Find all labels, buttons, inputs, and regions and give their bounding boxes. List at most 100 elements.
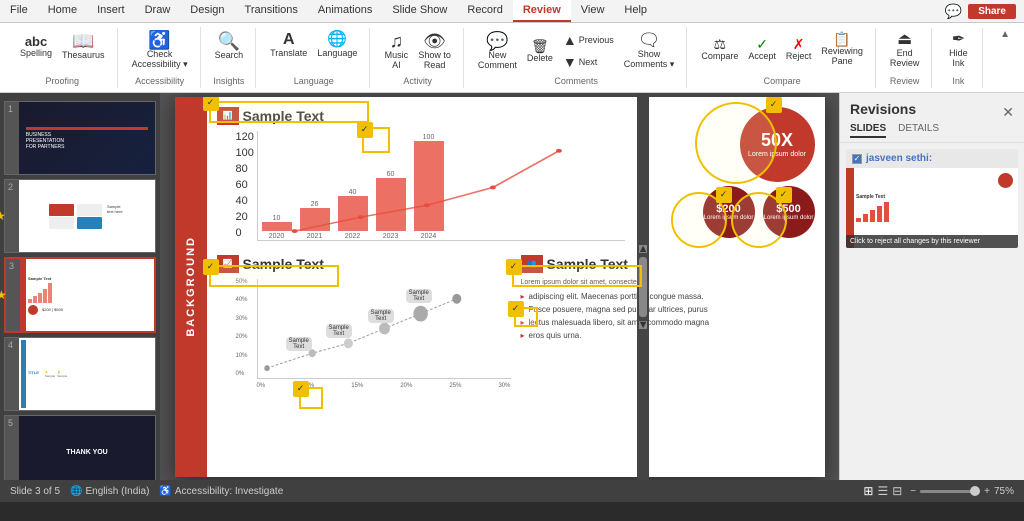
zoom-thumb[interactable] <box>970 486 980 496</box>
language-label: Language <box>317 48 357 58</box>
tab-draw[interactable]: Draw <box>135 0 181 22</box>
yellow-box-chart: ✓ <box>362 127 390 153</box>
compare-label: Compare <box>701 51 738 61</box>
accept-button[interactable]: ✓ Accept <box>744 35 780 63</box>
hide-ink-button[interactable]: ✒ HideInk <box>942 30 974 70</box>
tab-insert[interactable]: Insert <box>87 0 135 22</box>
tab-file[interactable]: File <box>0 0 38 22</box>
checkbox-bottom-right: ✓ <box>506 259 522 275</box>
y-label-100: 100 <box>236 147 254 159</box>
tab-home[interactable]: Home <box>38 0 87 22</box>
yellow-box-title: ✓ <box>209 101 369 123</box>
show-comments-button[interactable]: 🗨 ShowComments ▾ <box>620 29 679 72</box>
tab-view[interactable]: View <box>571 0 615 22</box>
zoom-in-button[interactable]: + <box>984 486 990 497</box>
scroll-up-button[interactable]: ▲ <box>639 245 647 253</box>
search-button[interactable]: 🔍 Search <box>211 30 248 62</box>
accessibility-icon: ♿ <box>159 486 171 497</box>
previous-comment-button[interactable]: ▲ Previous <box>559 30 618 50</box>
language-indicator[interactable]: 🌐 English (India) <box>70 486 149 497</box>
revisions-tab-details[interactable]: DETAILS <box>898 123 939 138</box>
end-review-label: EndReview <box>890 48 920 68</box>
y-label-20: 20 <box>236 211 254 223</box>
checkbox-bottom-right-2: ✓ <box>508 301 524 317</box>
zoom-track[interactable] <box>920 490 980 493</box>
music-ai-button[interactable]: ♫ MusicAI <box>380 30 412 72</box>
reject-button[interactable]: ✗ Reject <box>782 35 816 63</box>
ribbon-content-area: abc Spelling 📖 Thesaurus Proofing ♿ Chec… <box>0 23 1024 93</box>
revisions-panel: Revisions ✕ SLIDES DETAILS ✓ jasveen set… <box>839 93 1024 480</box>
tab-review[interactable]: Review <box>513 0 571 22</box>
x-label-30pct: 30% <box>498 383 510 389</box>
y-label-80: 80 <box>236 163 254 175</box>
slide-num-5: 5 <box>5 416 19 480</box>
ribbon-group-ink: ✒ HideInk Ink <box>934 28 983 88</box>
delete-comment-button[interactable]: 🗑 Delete <box>523 37 557 65</box>
scatter-y-labels: 50% 40% 30% 20% 10% 0% <box>236 279 248 378</box>
thank-you-text: THANK YOU <box>66 449 107 456</box>
tab-transitions[interactable]: Transitions <box>235 0 308 22</box>
tab-animations[interactable]: Animations <box>308 0 382 22</box>
slide-thumb-2[interactable]: 2 ★ Sample text here <box>4 179 156 253</box>
accept-icon: ✓ <box>756 37 768 51</box>
tab-record[interactable]: Record <box>457 0 512 22</box>
reading-view-button[interactable]: ⊟ <box>892 484 902 498</box>
ribbon-group-insights: 🔍 Search Insights <box>203 28 257 88</box>
scroll-down-button[interactable]: ▼ <box>639 321 647 329</box>
comments-icon[interactable]: 💬 <box>945 3 962 20</box>
ribbon-group-comments: 💬 NewComment 🗑 Delete ▲ Previous ▼ Next <box>466 27 687 88</box>
canvas-scrollbar[interactable]: ▲ ▼ <box>637 93 649 480</box>
reviewing-pane-button[interactable]: 📋 ReviewingPane <box>817 30 867 68</box>
yellow-box-bottom-left: ✓ <box>209 265 339 287</box>
reviewer-tooltip: Click to reject all changes by this revi… <box>846 235 1018 248</box>
show-to-read-button[interactable]: 👁 Show toRead <box>414 30 455 72</box>
reviewer-thumb[interactable]: Sample Text Click to reject all change <box>846 168 1018 248</box>
zoom-out-button[interactable]: − <box>910 486 916 497</box>
delete-label: Delete <box>527 53 553 63</box>
share-button[interactable]: Share <box>968 4 1016 19</box>
translate-button[interactable]: A Translate <box>266 30 311 60</box>
slide-star-3: ★ <box>0 288 7 302</box>
revisions-tabs: SLIDES DETAILS <box>850 123 1014 138</box>
slide-thumb-5[interactable]: 5 THANK YOU <box>4 415 156 480</box>
compare-buttons: ⚖ Compare ✓ Accept ✗ Reject 📋 ReviewingP… <box>697 30 867 68</box>
show-comments-icon: 🗨 <box>638 31 661 49</box>
ribbon-group-compare: ⚖ Compare ✓ Accept ✗ Reject 📋 ReviewingP… <box>689 28 876 88</box>
thesaurus-button[interactable]: 📖 Thesaurus <box>58 30 109 62</box>
ink-group-label: Ink <box>952 76 964 86</box>
rev-stat-circle <box>998 173 1013 188</box>
outline-view-button[interactable]: ☰ <box>877 484 888 498</box>
y-labels: 120 100 80 60 40 20 0 <box>236 131 254 240</box>
slide-thumb-3[interactable]: 3 ★ Sample Text <box>4 257 156 333</box>
new-comment-button[interactable]: 💬 NewComment <box>474 30 521 72</box>
tab-design[interactable]: Design <box>180 0 234 22</box>
spelling-label: Spelling <box>20 48 52 58</box>
x-label-25pct: 25% <box>449 383 461 389</box>
ribbon-group-activity: ♫ MusicAI 👁 Show toRead Activity <box>372 28 464 88</box>
reject-icon: ✗ <box>793 37 805 51</box>
slide-thumb-4[interactable]: 4 TITLE ⭐ Sample 💡 Sample <box>4 337 156 411</box>
check-accessibility-button[interactable]: ♿ CheckAccessibility ▾ <box>128 29 192 72</box>
accessibility-status[interactable]: ♿ Accessibility: Investigate <box>159 486 283 497</box>
next-comment-button[interactable]: ▼ Next <box>559 52 618 72</box>
language-button[interactable]: 🌐 Language <box>313 30 361 60</box>
checkbox-chart: ✓ <box>357 122 373 138</box>
slide-thumb-1[interactable]: 1 BUSINESSPRESENTATIONFOR PARTNERS <box>4 101 156 175</box>
revisions-tab-slides[interactable]: SLIDES <box>850 123 886 138</box>
spelling-button[interactable]: abc Spelling <box>16 33 56 60</box>
new-comment-icon: 💬 <box>486 32 508 50</box>
reviewer-checkbox[interactable]: ✓ <box>852 154 862 164</box>
revisions-close-button[interactable]: ✕ <box>1002 104 1014 121</box>
compare-button[interactable]: ⚖ Compare <box>697 35 742 63</box>
zoom-control: − + 75% <box>910 486 1014 497</box>
collapse-ribbon-button[interactable]: ▲ <box>994 27 1016 42</box>
normal-view-button[interactable]: ⊞ <box>863 484 873 498</box>
slide-info: Slide 3 of 5 <box>10 486 60 497</box>
red-bar: BACKGROUND <box>175 97 207 477</box>
slide-top-left: 📊 Sample Text 120 100 80 60 <box>217 107 625 245</box>
tab-help[interactable]: Help <box>614 0 657 22</box>
tab-slideshow[interactable]: Slide Show <box>382 0 457 22</box>
ribbon-group-proofing: abc Spelling 📖 Thesaurus Proofing <box>8 28 118 88</box>
end-review-button[interactable]: ⏏ EndReview <box>886 30 924 70</box>
previous-icon: ▲ <box>563 32 577 48</box>
